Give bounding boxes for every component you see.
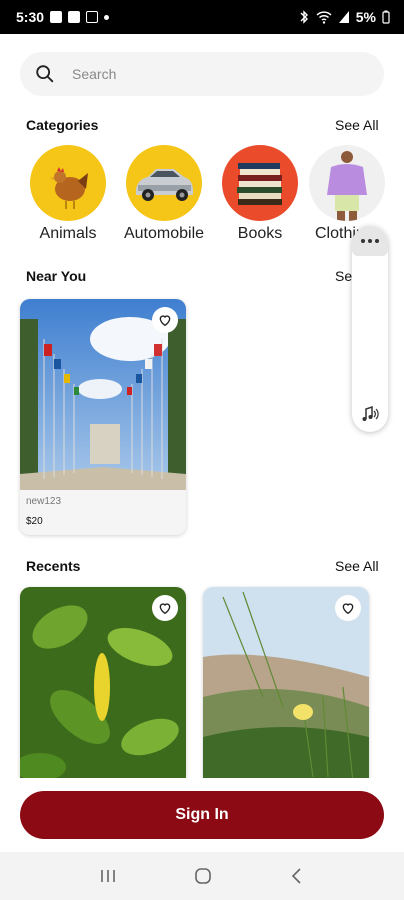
floating-assistant-panel[interactable] [352,226,388,432]
more-options-icon[interactable] [352,226,388,256]
category-animals[interactable]: Animals [23,145,113,243]
search-bar[interactable] [20,52,384,96]
product-name: new123 [26,496,62,507]
product-card[interactable]: new123 $20 [20,299,186,535]
category-automobile[interactable]: Automobile [119,145,209,243]
product-price: $20 [26,516,43,527]
sign-in-button[interactable]: Sign In [20,791,384,839]
home-icon[interactable] [194,867,212,885]
recents-see-all-link[interactable]: See All [335,558,379,574]
recent-apps-icon[interactable] [99,868,117,884]
recents-title: Recents [26,558,81,574]
category-clothing[interactable]: Clothing [309,145,404,243]
status-bar: 5:30 5% [0,0,404,34]
near-you-title: Near You [26,268,87,284]
heart-icon [159,315,171,327]
battery-icon [382,10,390,24]
bluetooth-icon [300,10,308,24]
clothing-image [309,145,385,221]
music-sound-icon[interactable] [360,404,380,424]
favorite-button[interactable] [152,595,178,621]
favorite-button[interactable] [335,595,361,621]
signal-icon [338,11,349,23]
category-label: Books [237,225,283,242]
category-label: Automobile [123,225,205,242]
screenshot-icon [86,11,99,23]
chicken-image [30,145,106,221]
categories-title: Categories [26,117,99,133]
recent-product-card[interactable] [20,587,186,787]
back-icon[interactable] [289,867,305,885]
battery-level: 5% [355,9,376,25]
favorite-button[interactable] [152,307,178,333]
search-icon [36,65,54,83]
category-books[interactable]: Books [215,145,305,243]
status-time: 5:30 [16,9,45,25]
recent-product-card[interactable] [203,587,369,787]
heart-icon [342,603,354,615]
wifi-icon [316,11,332,24]
categories-see-all-link[interactable]: See All [335,117,379,133]
product-info: new123 $20 [20,490,186,535]
gallery-icon [50,11,63,23]
system-nav-bar [0,852,404,900]
heart-icon [159,603,171,615]
category-label: Animals [39,225,97,242]
check-icon [68,11,81,23]
car-image [126,145,202,221]
notification-dot-icon [104,14,110,20]
books-image [222,145,298,221]
search-input[interactable] [72,66,352,82]
